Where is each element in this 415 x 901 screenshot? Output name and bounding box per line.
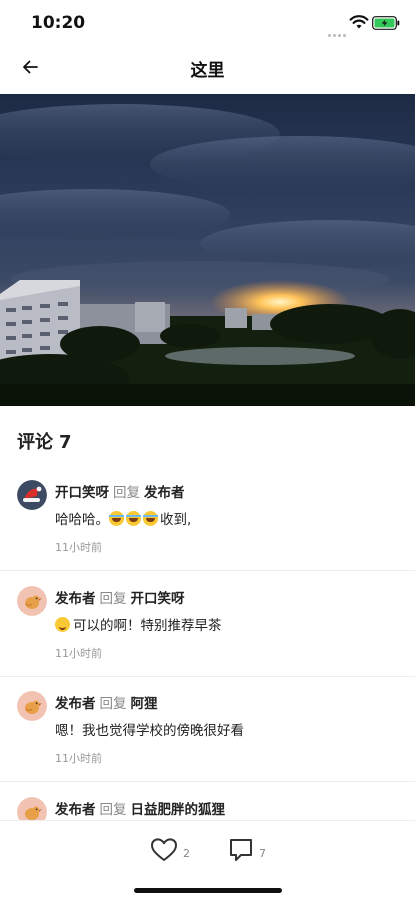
comment-text: 哈哈哈。 收到, [55,508,191,528]
post-photo[interactable] [0,94,415,406]
comment-text: 可以的啊！特别推荐早茶 [55,614,222,634]
comment-button[interactable]: 7 [228,837,266,863]
sunset-photo-image [0,94,415,406]
comment-item[interactable]: 发布者 回复 日益肥胖的狐狸 [0,797,415,820]
home-indicator[interactable] [134,888,282,893]
reply-label: 回复 [113,485,140,501]
comment-meta: 发布者 回复 开口笑呀 [55,587,185,607]
comment-text-part: 可以的啊！特别推荐早茶 [73,618,222,634]
laughing-emoji-icon [143,511,158,526]
divider [0,781,415,782]
comments-count: 7 [59,432,72,453]
comment-meta: 开口笑呀 回复 发布者 [55,481,185,501]
comment-text-part: 哈哈哈。 [55,512,109,528]
comment-meta: 发布者 回复 日益肥胖的狐狸 [55,798,225,818]
santa-hat-avatar-icon[interactable] [17,480,47,510]
laughing-emoji-icon [109,511,124,526]
nav-bar: 这里 [0,46,415,90]
heart-icon [151,838,177,861]
bird-avatar-icon[interactable] [17,691,47,721]
divider [0,570,415,571]
reply-target[interactable]: 阿狸 [131,696,158,712]
reply-target[interactable]: 日益肥胖的狐狸 [131,802,226,818]
signal-dots-icon [328,22,348,41]
bird-avatar-icon[interactable] [17,586,47,616]
bottom-action-bar: 2 7 [0,820,415,901]
comments-header: 评论 7 [17,428,72,454]
like-button[interactable]: 2 [150,837,190,863]
comment-author[interactable]: 发布者 [55,591,96,607]
smile-emoji-icon [55,617,70,632]
like-count: 2 [183,846,190,860]
wifi-icon [349,15,369,29]
comment-time: 11小时前 [55,647,102,660]
status-time: 10:20 [31,13,86,33]
comment-time: 11小时前 [55,541,102,554]
comment-author[interactable]: 发布者 [55,802,96,818]
comment-time: 11小时前 [55,752,102,765]
comment-meta: 发布者 回复 阿狸 [55,692,158,712]
comments-label: 评论 [17,432,53,453]
comment-text: 嗯！我也觉得学校的傍晚很好看 [55,723,244,739]
comment-author[interactable]: 发布者 [55,696,96,712]
reply-label: 回复 [99,696,127,712]
reply-label: 回复 [99,802,127,818]
comment-text-part: 收到, [160,512,192,528]
page-title: 这里 [190,61,225,81]
battery-icon [372,16,400,30]
reply-target[interactable]: 发布者 [144,485,185,501]
comment-item[interactable]: 开口笑呀 回复 发布者 哈哈哈。 收到, 11小时前 [0,480,415,571]
bird-avatar-icon[interactable] [17,797,47,820]
reply-label: 回复 [99,591,127,607]
comment-bubble-icon [230,839,252,861]
laughing-emoji-icon [126,511,141,526]
comment-author[interactable]: 开口笑呀 [55,485,109,501]
status-bar: 10:20 [0,0,415,46]
comment-item[interactable]: 发布者 回复 开口笑呀 可以的啊！特别推荐早茶 11小时前 [0,586,415,677]
comment-count: 7 [259,846,266,860]
reply-target[interactable]: 开口笑呀 [131,591,185,607]
divider [0,676,415,677]
comment-item[interactable]: 发布者 回复 阿狸 嗯！我也觉得学校的傍晚很好看 11小时前 [0,691,415,782]
